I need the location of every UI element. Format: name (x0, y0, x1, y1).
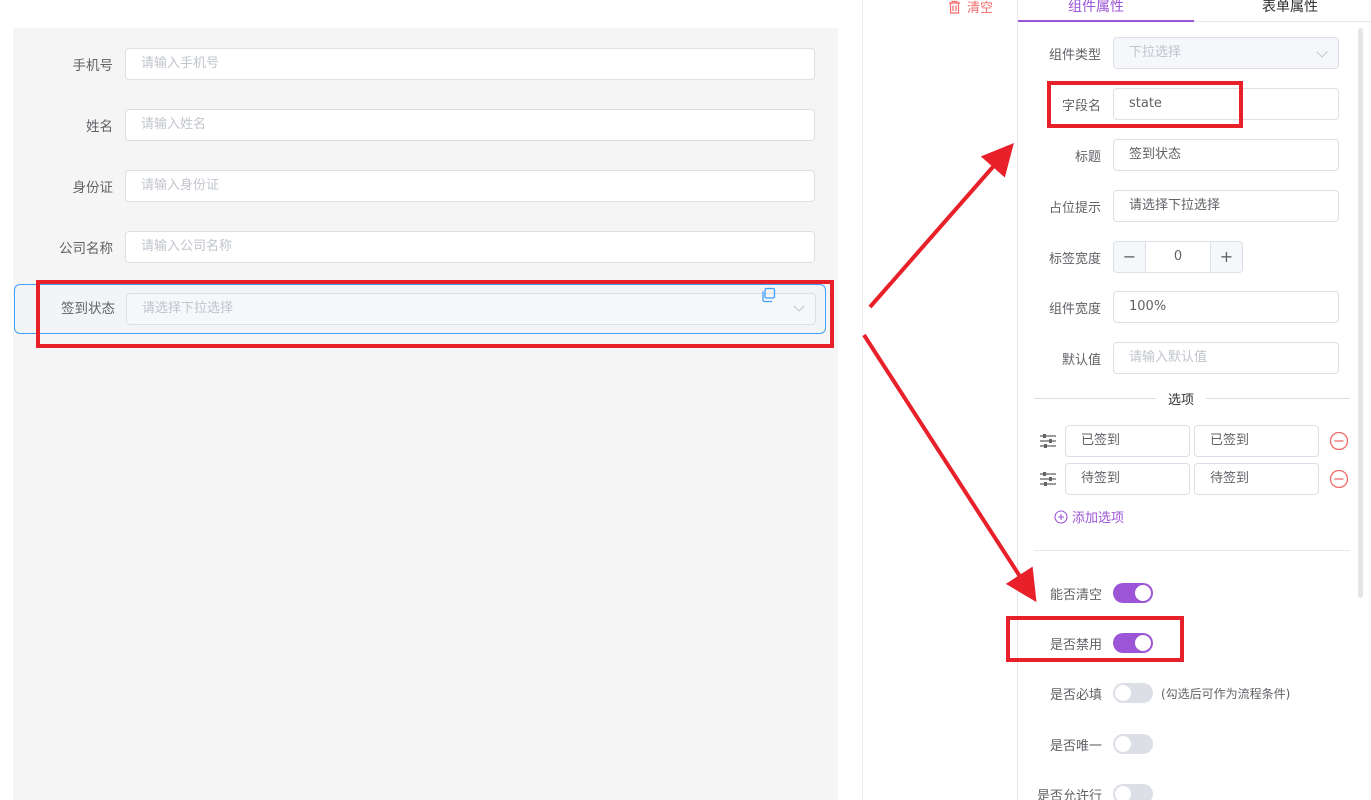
default-value-input[interactable]: 请输入默认值 (1113, 342, 1339, 374)
form-row-company: 公司名称 请输入公司名称 (13, 227, 838, 267)
drag-handle-icon[interactable] (1038, 432, 1058, 450)
form-row-name: 姓名 请输入姓名 (13, 105, 838, 145)
chevron-down-icon (1316, 46, 1328, 58)
prop-label-width: 标签宽度 − 0 + (1018, 241, 1358, 273)
switch-label: 是否必填 (1049, 687, 1102, 703)
switch-knob (1135, 635, 1151, 651)
prop-label: 默认值 (1061, 352, 1101, 368)
unique-switch[interactable] (1113, 734, 1153, 754)
phone-input[interactable]: 请输入手机号 (125, 48, 815, 80)
prop-component-width: 组件宽度 100% (1018, 291, 1358, 323)
switch-row-disabled: 是否禁用 (1018, 631, 1358, 655)
active-tab-indicator (1018, 20, 1194, 22)
switch-knob (1115, 736, 1131, 752)
add-circle-icon (1054, 509, 1068, 524)
company-input[interactable]: 请输入公司名称 (125, 231, 815, 263)
panel-divider (862, 0, 863, 800)
field-label: 身份证 (72, 180, 114, 196)
options-section-title: 选项 (1156, 389, 1207, 408)
placeholder-input[interactable]: 请选择下拉选择 (1113, 190, 1339, 222)
switch-knob (1115, 786, 1131, 800)
remove-circle-icon[interactable] (1329, 431, 1349, 451)
prop-placeholder: 占位提示 请选择下拉选择 (1018, 190, 1358, 222)
field-label: 姓名 (86, 119, 113, 135)
prop-label: 标签宽度 (1048, 251, 1101, 267)
title-input[interactable]: 签到状态 (1113, 139, 1339, 171)
tab-component-props[interactable]: 组件属性 (1068, 0, 1124, 16)
option-row: 已签到 已签到 (1038, 425, 1358, 457)
option-label-input[interactable]: 待签到 (1065, 463, 1190, 495)
allow-switch[interactable] (1113, 784, 1153, 800)
label-width-stepper: − 0 + (1113, 241, 1243, 273)
label-width-value[interactable]: 0 (1146, 242, 1210, 272)
panel-scrollbar[interactable] (1358, 28, 1363, 598)
prop-component-type: 组件类型 下拉选择 (1018, 37, 1358, 69)
component-type-value: 下拉选择 (1129, 45, 1182, 60)
prop-label: 组件类型 (1048, 47, 1101, 63)
switch-row-allow: 是否允许行 (1018, 782, 1358, 800)
switch-label: 是否禁用 (1049, 637, 1102, 653)
form-canvas: 手机号 请输入手机号 姓名 请输入姓名 身份证 请输入身份证 公司名称 请输入公… (13, 28, 838, 800)
option-value-input[interactable]: 已签到 (1194, 425, 1319, 457)
switch-label: 是否允许行 (1036, 788, 1102, 800)
disabled-switch[interactable] (1113, 633, 1153, 653)
status-select[interactable]: 请选择下拉选择 (126, 293, 816, 325)
switch-row-required: 是否必填 (勾选后可作为流程条件) (1018, 681, 1358, 705)
field-label: 公司名称 (59, 241, 113, 257)
required-switch[interactable] (1113, 683, 1153, 703)
option-label-input[interactable]: 已签到 (1065, 425, 1190, 457)
clearable-switch[interactable] (1113, 583, 1153, 603)
trash-icon (949, 0, 960, 14)
field-label: 手机号 (72, 58, 114, 74)
option-row: 待签到 待签到 (1038, 463, 1358, 495)
add-option-button[interactable]: 添加选项 (1054, 507, 1124, 526)
remove-circle-icon[interactable] (1329, 469, 1349, 489)
properties-panel: 组件属性 表单属性 组件类型 下拉选择 字段名 state 标题 签到状态 占位… (1017, 0, 1371, 800)
switch-label: 能否清空 (1049, 587, 1102, 603)
switch-label: 是否唯一 (1049, 738, 1102, 754)
tab-form-props[interactable]: 表单属性 (1262, 0, 1318, 16)
prop-label: 标题 (1074, 149, 1101, 165)
option-value-input[interactable]: 待签到 (1194, 463, 1319, 495)
copy-icon[interactable] (760, 287, 776, 303)
prop-label: 字段名 (1061, 98, 1101, 114)
switch-row-clearable: 能否清空 (1018, 581, 1358, 605)
switch-knob (1115, 685, 1131, 701)
clear-button[interactable]: 清空 (948, 0, 993, 16)
chevron-down-icon (793, 300, 805, 312)
switch-knob (1135, 585, 1151, 601)
drag-handle-icon[interactable] (1038, 470, 1058, 488)
selected-form-row[interactable]: 签到状态 请选择下拉选择 (14, 284, 826, 334)
form-row-phone: 手机号 请输入手机号 (13, 44, 838, 84)
field-name-input[interactable]: state (1113, 88, 1339, 120)
component-type-select[interactable]: 下拉选择 (1113, 37, 1339, 69)
increment-button[interactable]: + (1210, 242, 1242, 272)
switch-row-unique: 是否唯一 (1018, 732, 1358, 756)
select-placeholder: 请选择下拉选择 (142, 301, 234, 316)
section-divider (1034, 550, 1350, 551)
required-note: (勾选后可作为流程条件) (1161, 686, 1291, 701)
prop-default-value: 默认值 请输入默认值 (1018, 342, 1358, 374)
field-label: 签到状态 (61, 301, 115, 317)
form-row-idcard: 身份证 请输入身份证 (13, 166, 838, 206)
prop-label: 占位提示 (1048, 200, 1101, 216)
arrow-to-disabled-switch (862, 333, 1037, 603)
add-option-label: 添加选项 (1072, 511, 1125, 526)
prop-title: 标题 签到状态 (1018, 139, 1358, 171)
prop-label: 组件宽度 (1048, 301, 1101, 317)
panel-tabs: 组件属性 表单属性 (1018, 0, 1371, 22)
arrow-to-field-name (868, 142, 1014, 309)
name-input[interactable]: 请输入姓名 (125, 109, 815, 141)
decrement-button[interactable]: − (1114, 242, 1146, 272)
form-designer: 手机号 请输入手机号 姓名 请输入姓名 身份证 请输入身份证 公司名称 请输入公… (0, 0, 1371, 800)
prop-field-name: 字段名 state (1018, 88, 1358, 120)
idcard-input[interactable]: 请输入身份证 (125, 170, 815, 202)
clear-label: 清空 (967, 1, 994, 16)
component-width-input[interactable]: 100% (1113, 291, 1339, 323)
